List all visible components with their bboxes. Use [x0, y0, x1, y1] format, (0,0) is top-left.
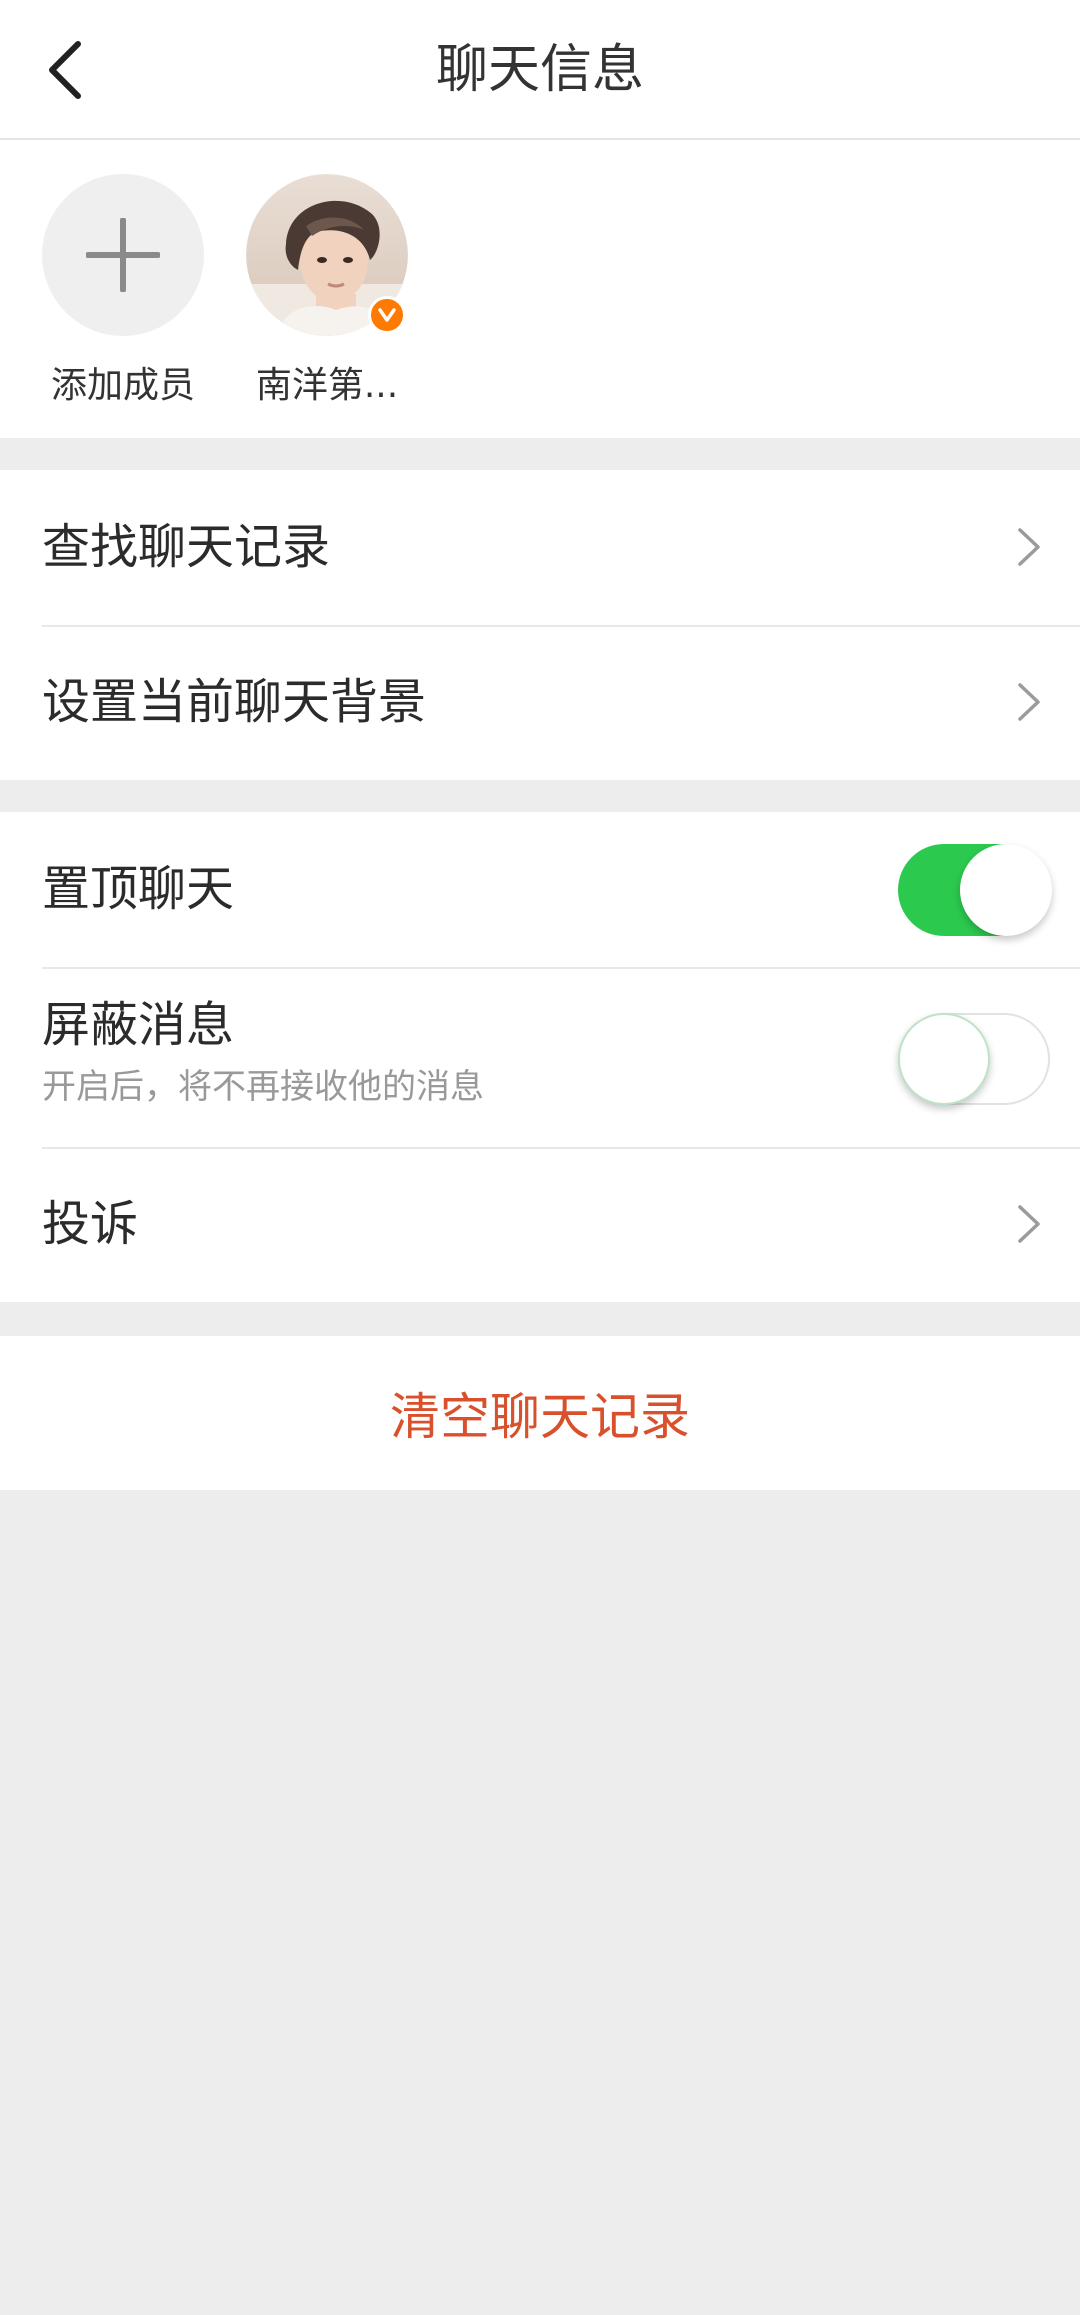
avatar[interactable] [246, 174, 408, 336]
chevron-right-icon [1018, 683, 1040, 721]
header: 聊天信息 [0, 0, 1080, 140]
search-history-label: 查找聊天记录 [42, 519, 331, 575]
report-item[interactable]: 投诉 [0, 1147, 1080, 1302]
add-member-label: 添加成员 [50, 365, 195, 406]
member-name: 南洋第... [255, 365, 399, 406]
menu-group-settings: 置顶聊天 屏蔽消息 开启后，将不再接收他的消息 投诉 [0, 812, 1080, 1302]
toggle-knob [960, 844, 1052, 936]
verified-v-icon [378, 308, 396, 322]
pin-chat-item: 置顶聊天 [0, 812, 1080, 967]
menu-group-search: 查找聊天记录 设置当前聊天背景 [0, 470, 1080, 780]
mute-messages-item: 屏蔽消息 开启后，将不再接收他的消息 [0, 967, 1080, 1147]
back-button[interactable] [24, 30, 104, 110]
chevron-right-icon [1018, 528, 1040, 566]
member-user[interactable]: 南洋第... [242, 174, 412, 408]
chevron-left-icon [49, 41, 81, 99]
pin-chat-toggle[interactable] [898, 844, 1052, 936]
mute-messages-subtitle: 开启后，将不再接收他的消息 [42, 1067, 484, 1107]
add-member-button[interactable]: 添加成员 [38, 174, 208, 408]
add-member-circle[interactable] [42, 174, 204, 336]
plus-icon [86, 218, 160, 292]
chevron-right-icon [1018, 1205, 1040, 1243]
page-title: 聊天信息 [435, 40, 644, 100]
members-section: 添加成员 南洋第... [0, 140, 1080, 438]
clear-history-button[interactable]: 清空聊天记录 [0, 1336, 1080, 1490]
report-label: 投诉 [42, 1196, 139, 1252]
search-history-item[interactable]: 查找聊天记录 [0, 470, 1080, 625]
pin-chat-label: 置顶聊天 [42, 861, 235, 917]
toggle-knob [898, 1013, 990, 1105]
mute-messages-label: 屏蔽消息 [42, 997, 235, 1053]
verified-badge [368, 296, 406, 334]
mute-messages-toggle[interactable] [898, 1013, 1050, 1105]
set-background-item[interactable]: 设置当前聊天背景 [0, 625, 1080, 780]
set-background-label: 设置当前聊天背景 [42, 674, 427, 730]
clear-history-label: 清空聊天记录 [390, 1388, 690, 1446]
